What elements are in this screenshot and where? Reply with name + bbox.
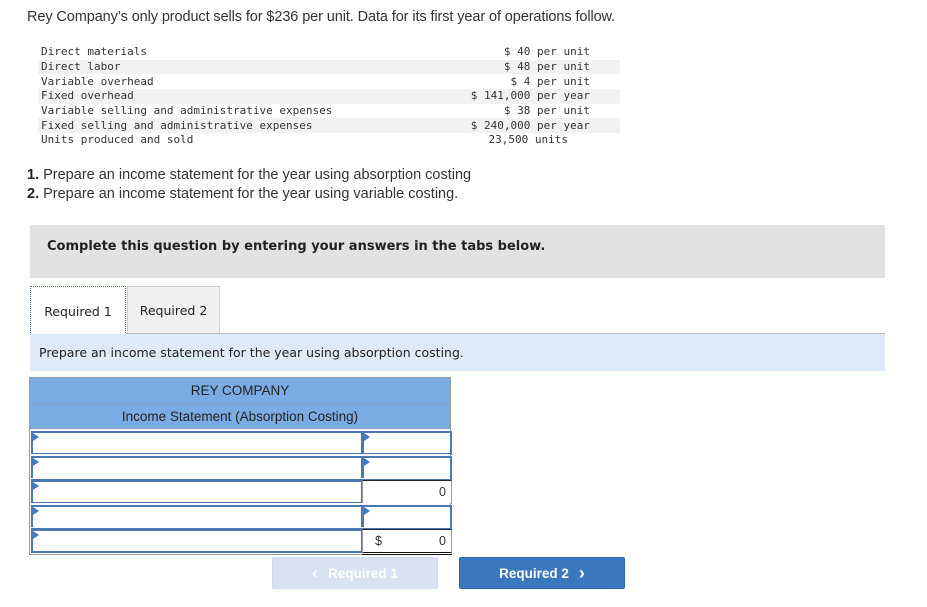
income-statement-form: REY COMPANY Income Statement (Absorption… xyxy=(29,377,452,555)
statement-row: $0 xyxy=(30,527,452,555)
data-label: Fixed selling and administrative expense… xyxy=(38,118,423,134)
calculated-amount: 0 xyxy=(362,480,452,504)
question-number: 1. xyxy=(27,167,40,183)
banner-text: Complete this question by entering your … xyxy=(47,239,546,254)
data-value: $ 40 per unit xyxy=(503,45,590,59)
amount-input[interactable] xyxy=(362,455,452,480)
dropdown-flag-icon xyxy=(33,433,39,441)
chevron-right-icon: › xyxy=(578,562,585,583)
data-value: $ 240,000 per year xyxy=(422,118,620,134)
next-button-label: Required 2 xyxy=(499,565,569,581)
label-dropdown[interactable] xyxy=(31,504,363,529)
statement-row xyxy=(30,453,452,480)
data-row: Direct labor $ 48 per unit xyxy=(38,59,620,75)
question-text: Prepare an income statement for the year… xyxy=(39,167,472,183)
prev-required-button[interactable]: ‹ Required 1 xyxy=(272,557,438,589)
statement-title: Income Statement (Absorption Costing) xyxy=(30,404,450,429)
statement-row xyxy=(30,502,452,529)
label-dropdown[interactable] xyxy=(31,455,363,480)
question-1: 1. Prepare an income statement for the y… xyxy=(27,166,471,185)
dropdown-flag-icon xyxy=(33,506,39,515)
question-list: 1. Prepare an income statement for the y… xyxy=(27,166,471,204)
company-name: REY COMPANY xyxy=(30,378,450,404)
tab-required-1[interactable]: Required 1 xyxy=(30,286,126,335)
total-amount: $0 xyxy=(362,529,452,555)
data-value: $ 4 per unit xyxy=(510,74,590,88)
statement-row: 0 xyxy=(30,478,452,504)
next-required-button[interactable]: Required 2 › xyxy=(459,557,625,589)
currency-symbol: $ xyxy=(375,534,382,548)
instructions-banner: Complete this question by entering your … xyxy=(30,225,885,278)
data-label: Direct labor xyxy=(38,59,423,75)
amount-value: 0 xyxy=(439,485,446,499)
data-label: Variable overhead xyxy=(41,74,154,88)
data-label: Direct materials xyxy=(41,45,147,59)
question-number: 2. xyxy=(27,186,40,202)
instruction-text: Prepare an income statement for the year… xyxy=(39,345,464,360)
data-label: Variable selling and administrative expe… xyxy=(41,104,333,118)
problem-intro: Rey Company’s only product sells for $23… xyxy=(27,9,616,25)
chevron-left-icon: ‹ xyxy=(312,562,319,583)
label-dropdown[interactable] xyxy=(31,431,363,455)
data-row: Variable selling and administrative expe… xyxy=(38,104,620,119)
data-row: Variable overhead $ 4 per unit xyxy=(38,74,620,89)
data-label: Fixed overhead xyxy=(38,89,423,104)
prev-button-label: Required 1 xyxy=(328,565,398,581)
dropdown-flag-icon xyxy=(364,433,370,441)
data-row: Direct materials $ 40 per unit xyxy=(38,45,620,60)
amount-input[interactable] xyxy=(362,431,452,455)
label-dropdown[interactable] xyxy=(31,480,363,504)
data-row: Units produced and sold 23,500 units xyxy=(38,133,620,148)
dropdown-flag-icon xyxy=(33,457,39,466)
data-label: Units produced and sold xyxy=(41,133,194,147)
data-value: $ 38 per unit xyxy=(503,104,590,118)
tab-instruction: Prepare an income statement for the year… xyxy=(30,334,885,371)
amount-value: 0 xyxy=(439,534,446,548)
tab-required-2[interactable]: Required 2 xyxy=(127,286,220,333)
data-value: $ 141,000 per year xyxy=(422,89,620,104)
data-value: $ 48 per unit xyxy=(422,59,620,75)
dropdown-flag-icon xyxy=(33,531,39,539)
data-row: Fixed selling and administrative expense… xyxy=(38,118,620,134)
dropdown-flag-icon xyxy=(364,506,370,515)
dropdown-flag-icon xyxy=(33,482,39,490)
amount-input[interactable] xyxy=(362,504,452,529)
data-value: 23,500 units xyxy=(488,133,568,147)
label-dropdown[interactable] xyxy=(31,529,363,553)
question-2: 2. Prepare an income statement for the y… xyxy=(27,185,471,204)
data-row: Fixed overhead $ 141,000 per year xyxy=(38,89,620,104)
question-text: Prepare an income statement for the year… xyxy=(39,186,459,202)
dropdown-flag-icon xyxy=(364,457,370,466)
statement-row xyxy=(30,429,452,455)
cost-data-table: Direct materials $ 40 per unit Direct lab… xyxy=(38,45,620,148)
